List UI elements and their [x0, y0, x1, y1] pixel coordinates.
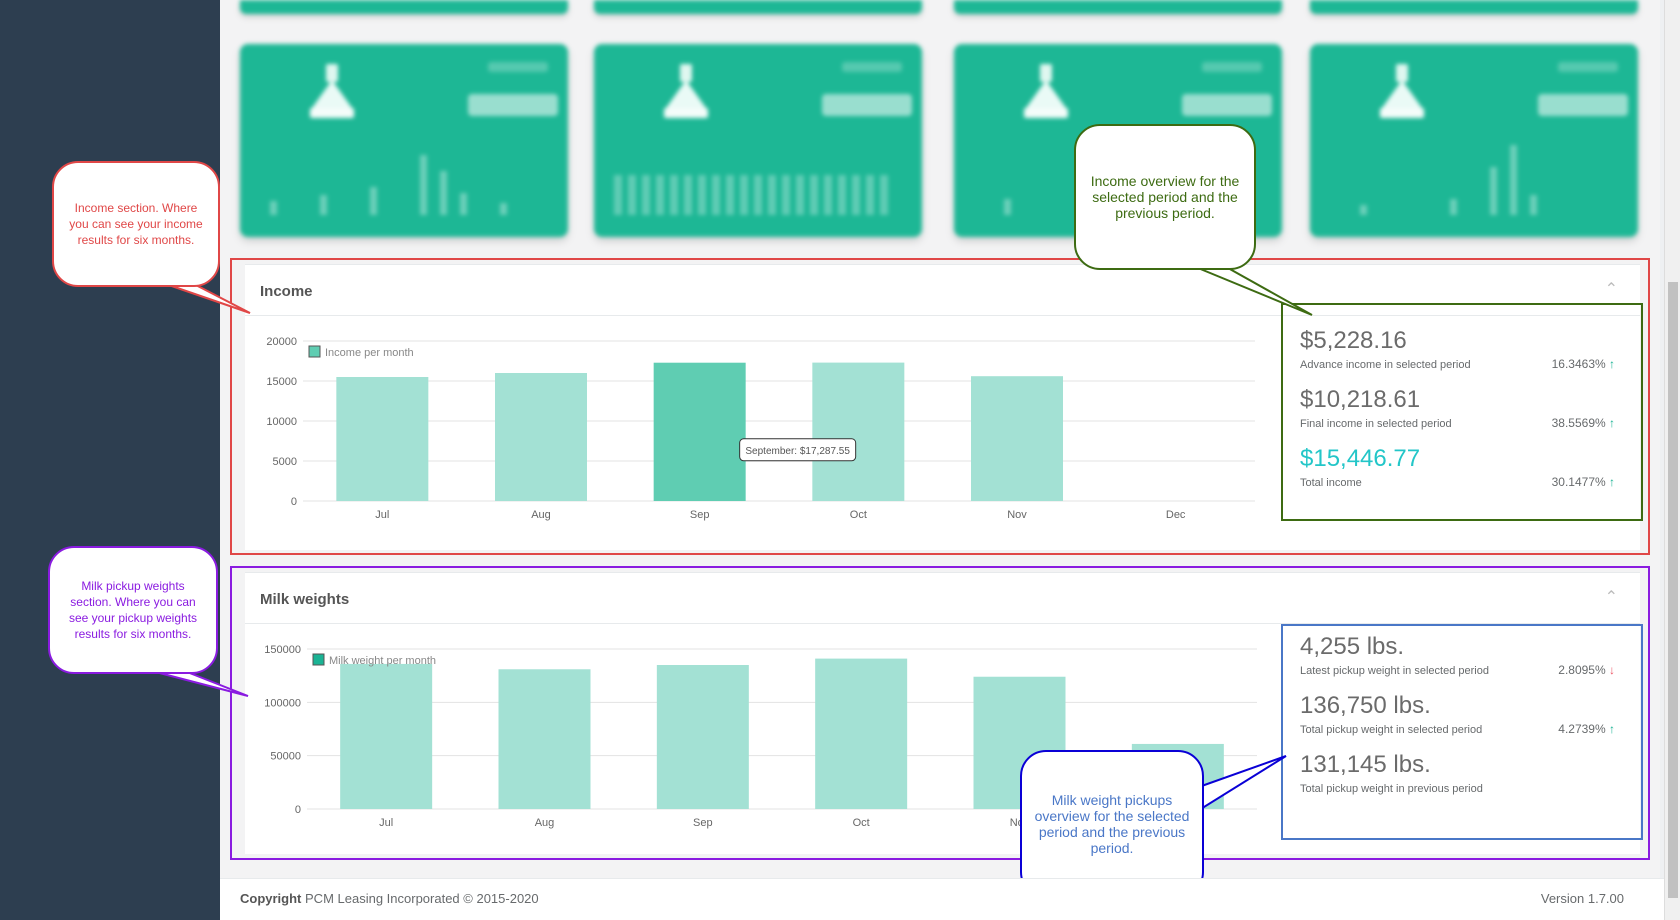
summary-tile[interactable]: [594, 44, 922, 237]
flask-icon: [1024, 64, 1068, 120]
callout-milk-section: Milk pickup weights section. Where you c…: [48, 546, 218, 674]
sidebar: [0, 0, 220, 920]
income-overview-highlight: [1281, 303, 1643, 521]
summary-tile[interactable]: [1310, 44, 1638, 237]
version: Version 1.7.00: [1540, 891, 1624, 906]
summary-tiles: [240, 0, 1648, 250]
flask-icon: [310, 64, 354, 120]
callout-income-section: Income section. Where you can see your i…: [52, 161, 220, 287]
milk-overview-highlight: [1281, 624, 1643, 840]
tile-top-2: [594, 0, 922, 14]
scrollbar[interactable]: [1664, 0, 1680, 920]
tile-top-3: [954, 0, 1282, 14]
callout-income-overview: Income overview for the selected period …: [1074, 124, 1256, 270]
copyright-text: PCM Leasing Incorporated © 2015-2020: [305, 891, 539, 906]
flask-icon: [664, 64, 708, 120]
copyright: Copyright PCM Leasing Incorporated © 201…: [240, 891, 539, 906]
footer: Copyright PCM Leasing Incorporated © 201…: [220, 878, 1664, 920]
copyright-label: Copyright: [240, 891, 302, 906]
tile-top-4: [1310, 0, 1638, 14]
tile-top-1: [240, 0, 568, 14]
callout-milk-overview: Milk weight pickups overview for the sel…: [1020, 750, 1204, 898]
scrollbar-thumb[interactable]: [1668, 282, 1678, 898]
flask-icon: [1380, 64, 1424, 120]
summary-tile[interactable]: [240, 44, 568, 237]
